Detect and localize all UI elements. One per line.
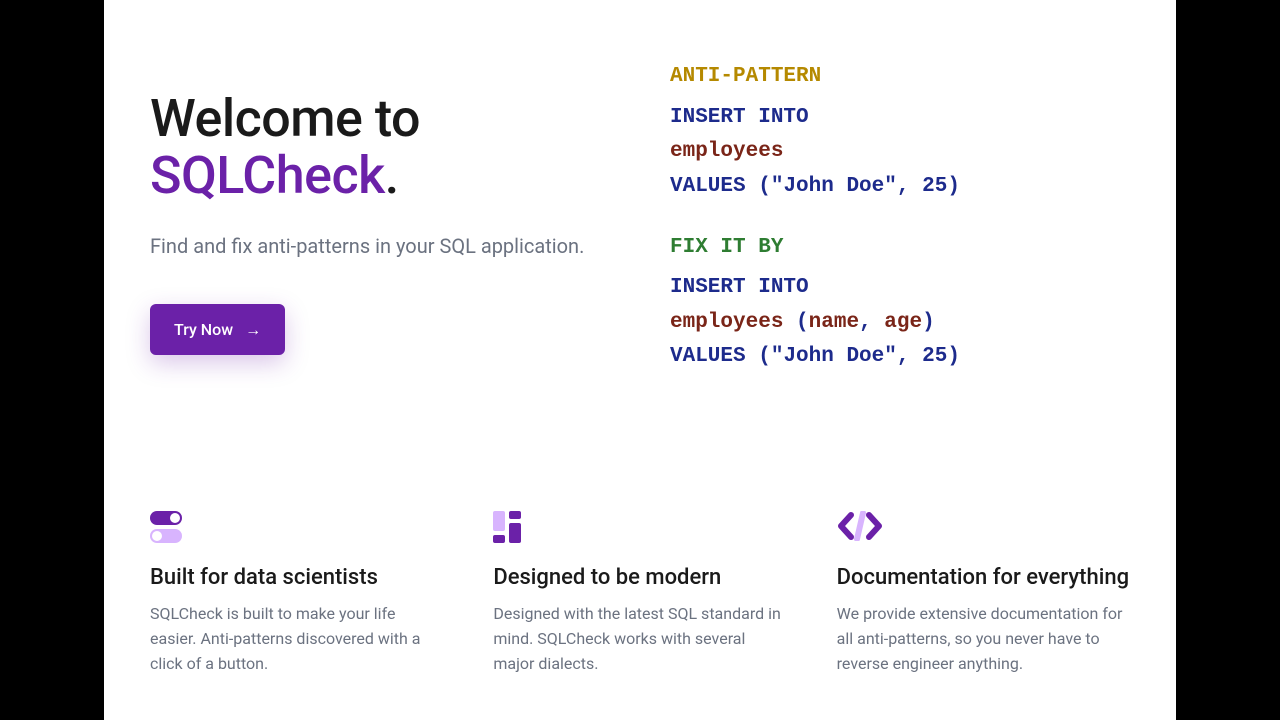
kw-insert: INSERT INTO [670, 276, 809, 299]
anti-pattern-header: ANTI-PATTERN [670, 60, 1130, 95]
hero-title-line2: SQLCheck. [150, 147, 630, 204]
fix-block: FIX IT BY INSERT INTO employees (name, a… [670, 231, 1130, 376]
comma: , [897, 175, 922, 198]
code-line: employees [670, 135, 1130, 170]
hero-brand: SQLCheck [150, 145, 385, 206]
paren: ( [796, 311, 809, 334]
kw-insert: INSERT INTO [670, 106, 809, 129]
str-john: "John Doe" [771, 345, 897, 368]
col-name: name [809, 311, 859, 334]
feature-body: SQLCheck is built to make your life easi… [150, 602, 443, 676]
anti-pattern-block: ANTI-PATTERN INSERT INTO employees VALUE… [670, 60, 1130, 205]
try-now-button[interactable]: Try Now → [150, 304, 285, 355]
comma: , [859, 311, 884, 334]
feature-card: Built for data scientists SQLCheck is bu… [150, 511, 443, 676]
str-john: "John Doe" [771, 175, 897, 198]
page: Welcome to SQLCheck. Find and fix anti-p… [104, 0, 1176, 720]
code-icon [837, 511, 881, 547]
ident-table: employees [670, 140, 783, 163]
feature-body: Designed with the latest SQL standard in… [493, 602, 786, 676]
paren: ) [947, 345, 960, 368]
ident-table: employees [670, 311, 783, 334]
feature-title: Documentation for everything [837, 565, 1130, 590]
hero-title-punct: . [385, 145, 399, 206]
kw-values: VALUES [670, 345, 746, 368]
hero-subtitle: Find and fix anti-patterns in your SQL a… [150, 232, 630, 260]
code-line: VALUES ("John Doe", 25) [670, 340, 1130, 375]
dashboard-icon [493, 511, 537, 547]
code-line: VALUES ("John Doe", 25) [670, 170, 1130, 205]
hero-section: Welcome to SQLCheck. Find and fix anti-p… [150, 60, 1130, 401]
kw-values: VALUES [670, 175, 746, 198]
paren: ( [758, 175, 771, 198]
code-line: INSERT INTO [670, 271, 1130, 306]
paren: ( [758, 345, 771, 368]
comma: , [897, 345, 922, 368]
feature-body: We provide extensive documentation for a… [837, 602, 1130, 676]
toggle-icon [150, 511, 194, 547]
hero-left: Welcome to SQLCheck. Find and fix anti-p… [150, 60, 630, 401]
code-line: employees (name, age) [670, 306, 1130, 341]
feature-title: Built for data scientists [150, 565, 443, 590]
try-now-label: Try Now [174, 320, 233, 339]
feature-card: Designed to be modern Designed with the … [493, 511, 786, 676]
fix-header: FIX IT BY [670, 231, 1130, 266]
code-sample: ANTI-PATTERN INSERT INTO employees VALUE… [670, 60, 1130, 401]
features-row: Built for data scientists SQLCheck is bu… [150, 511, 1130, 676]
feature-card: Documentation for everything We provide … [837, 511, 1130, 676]
paren: ) [922, 311, 935, 334]
col-age: age [884, 311, 922, 334]
paren: ) [947, 175, 960, 198]
arrow-right-icon: → [245, 322, 261, 338]
hero-title-line1: Welcome to [150, 90, 630, 147]
code-line: INSERT INTO [670, 101, 1130, 136]
num-25: 25 [922, 175, 947, 198]
feature-title: Designed to be modern [493, 565, 786, 590]
num-25: 25 [922, 345, 947, 368]
